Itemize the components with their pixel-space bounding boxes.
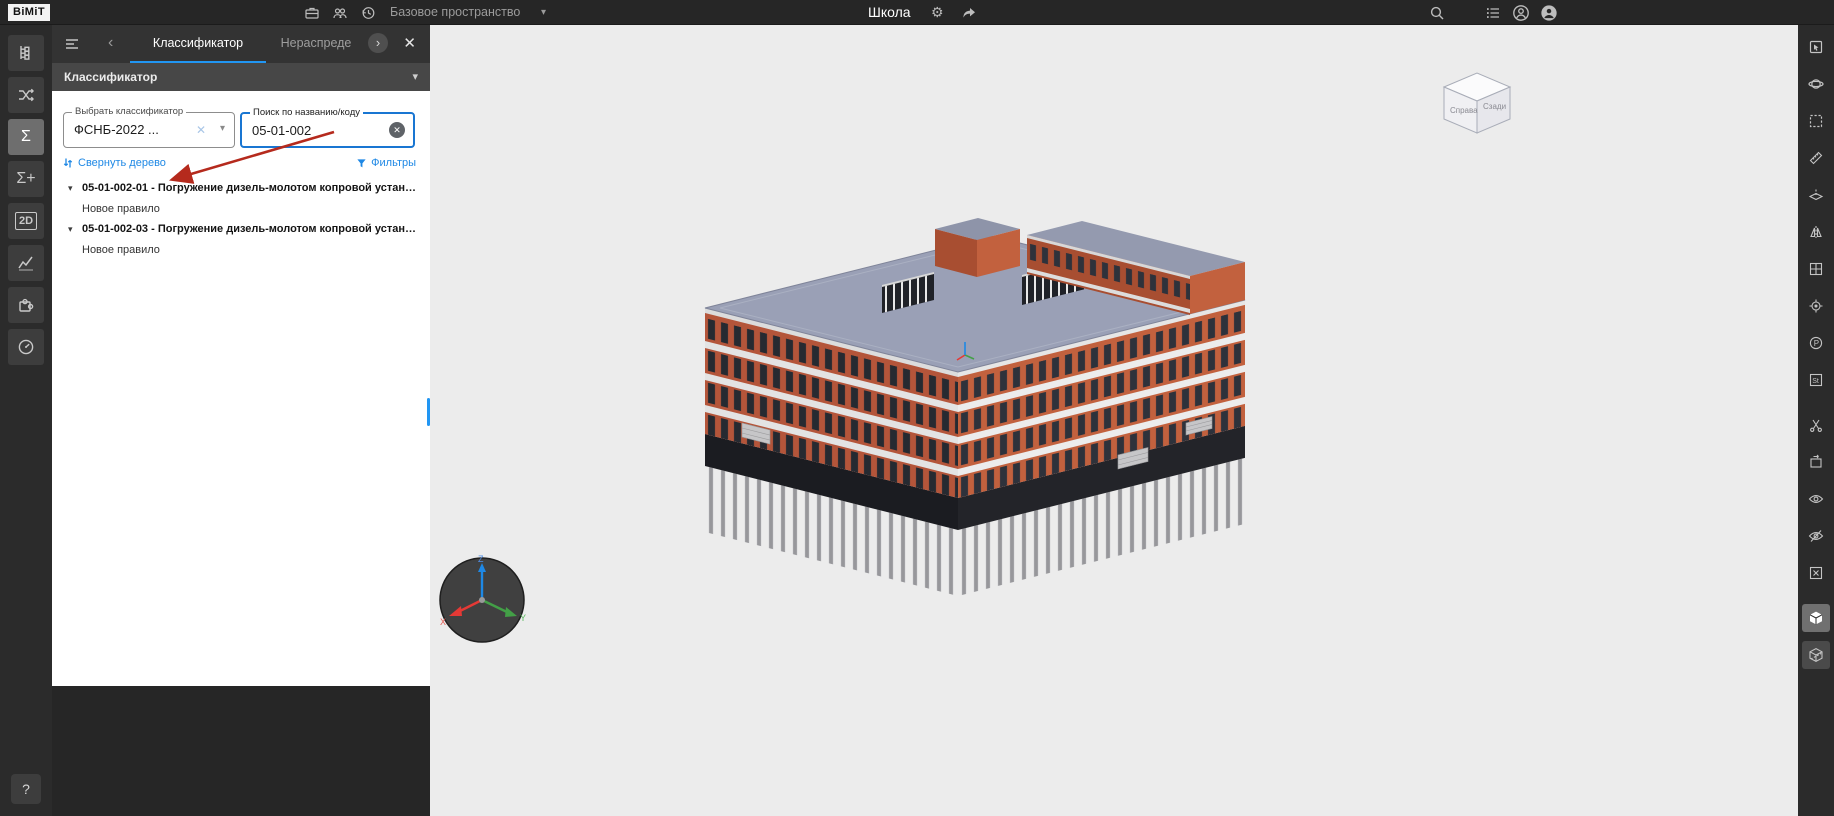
filters-link[interactable]: Фильтры [356,157,416,169]
measure-button[interactable] [1802,144,1830,172]
zoom-frame-button[interactable] [1802,107,1830,135]
mirror-button[interactable] [1802,218,1830,246]
two-d-label: 2D [15,212,37,230]
gauge-button[interactable] [8,329,44,365]
two-d-button[interactable]: 2D [8,203,44,239]
orbit-button[interactable] [1802,70,1830,98]
section-title: Классификатор [64,70,157,84]
user-avatar-icon[interactable] [1540,4,1558,22]
annotation-arrow [162,126,342,188]
storey-button[interactable]: St [1802,366,1830,394]
settings-gear-icon[interactable]: ⚙ [931,0,944,25]
grid-button[interactable] [1802,255,1830,283]
section-header[interactable]: Классификатор ▾ [52,63,430,91]
briefcase-icon[interactable] [303,4,321,22]
orbit-gizmo[interactable]: Z Y X [435,553,535,653]
list-icon[interactable] [1484,4,1502,22]
roof-penthouse [935,218,1020,277]
workspace-chevron-icon[interactable]: ▾ [541,0,546,25]
collapse-tree-icon [62,157,74,169]
gizmo-y-label: Y [520,613,526,623]
classifier-select-value: ФСНБ-2022 ... [74,113,159,146]
model-tree-button[interactable] [8,35,44,71]
gizmo-x-label: X [440,617,446,627]
team-icon[interactable] [331,4,349,22]
history-icon[interactable] [359,4,377,22]
viewport-3d[interactable]: Справа Сзади Z Y X [430,25,1798,816]
help-button[interactable]: ? [11,774,41,804]
share-icon[interactable] [960,4,978,22]
clip-button[interactable] [1802,411,1830,439]
gizmo-z-label: Z [478,554,484,564]
panel-close-icon[interactable]: ✕ [403,34,416,52]
estimates-button[interactable]: Σ [8,119,44,155]
filter-icon [356,158,367,169]
classifier-content: Выбрать классификатор ФСНБ-2022 ... ✕ ▾ … [52,91,430,686]
panel-resize-handle[interactable] [427,398,430,426]
show-all-button[interactable] [1802,485,1830,513]
sync-view-button[interactable] [1802,448,1830,476]
tree-caret-icon[interactable]: ▾ [68,224,73,235]
classifier-panel: ‹ Классификатор Нераспреде › ✕ Классифик… [52,25,430,816]
links-button[interactable] [8,77,44,113]
project-title: Школа [868,0,911,25]
plugins-button[interactable] [8,287,44,323]
search-icon[interactable] [1428,4,1446,22]
panel-tab-bar: ‹ Классификатор Нераспреде › ✕ [52,25,430,63]
app-logo[interactable]: BiMiT [8,4,50,21]
tab-unallocated[interactable]: Нераспреде [272,25,360,63]
estimates-add-button[interactable]: Σ+ [8,161,44,197]
account-icon[interactable] [1512,4,1530,22]
tree-item-rule[interactable]: Новое правило [82,203,160,215]
tree-caret-icon[interactable]: ▾ [68,183,73,194]
top-bar: BiMiT Базовое пространство ▾ Школа ⚙ [0,0,1834,25]
viewcube-right-label: Справа [1450,106,1478,115]
left-toolbar: Σ Σ+ 2D ? [0,25,52,816]
search-clear-icon[interactable]: ✕ [389,122,405,138]
building-model-3d[interactable] [430,25,1798,816]
view-cube[interactable]: Справа Сзади [1432,63,1524,143]
tab-classifier[interactable]: Классификатор [130,25,266,63]
section-plane-button[interactable] [1802,181,1830,209]
tree-item-rule[interactable]: Новое правило [82,244,160,256]
panel-menu-icon[interactable] [64,36,80,52]
plan-button[interactable]: P [1802,329,1830,357]
filters-label: Фильтры [371,157,416,169]
collapse-tree-link[interactable]: Свернуть дерево [62,157,166,169]
svg-text:P: P [1814,339,1819,348]
isolate-button[interactable] [1802,559,1830,587]
viewcube-back-label: Сзади [1483,102,1506,111]
right-toolbar: P St [1798,25,1834,816]
tree-item-code[interactable]: 05-01-002-03 - Погружение дизель-молотом… [82,223,418,235]
hide-button[interactable] [1802,522,1830,550]
chart-button[interactable] [8,245,44,281]
locate-button[interactable] [1802,292,1830,320]
model-view-button[interactable] [1802,604,1830,632]
select-area-button[interactable] [1802,33,1830,61]
tab-scroll-right-icon[interactable]: › [368,33,388,53]
collapse-tree-label: Свернуть дерево [78,157,166,169]
workspace-selector[interactable]: Базовое пространство [390,0,520,25]
section-collapse-chevron-icon[interactable]: ▾ [412,63,418,91]
section-box-button[interactable] [1802,641,1830,669]
svg-text:St: St [1812,378,1819,385]
tab-scroll-left-icon[interactable]: ‹ [108,33,113,53]
